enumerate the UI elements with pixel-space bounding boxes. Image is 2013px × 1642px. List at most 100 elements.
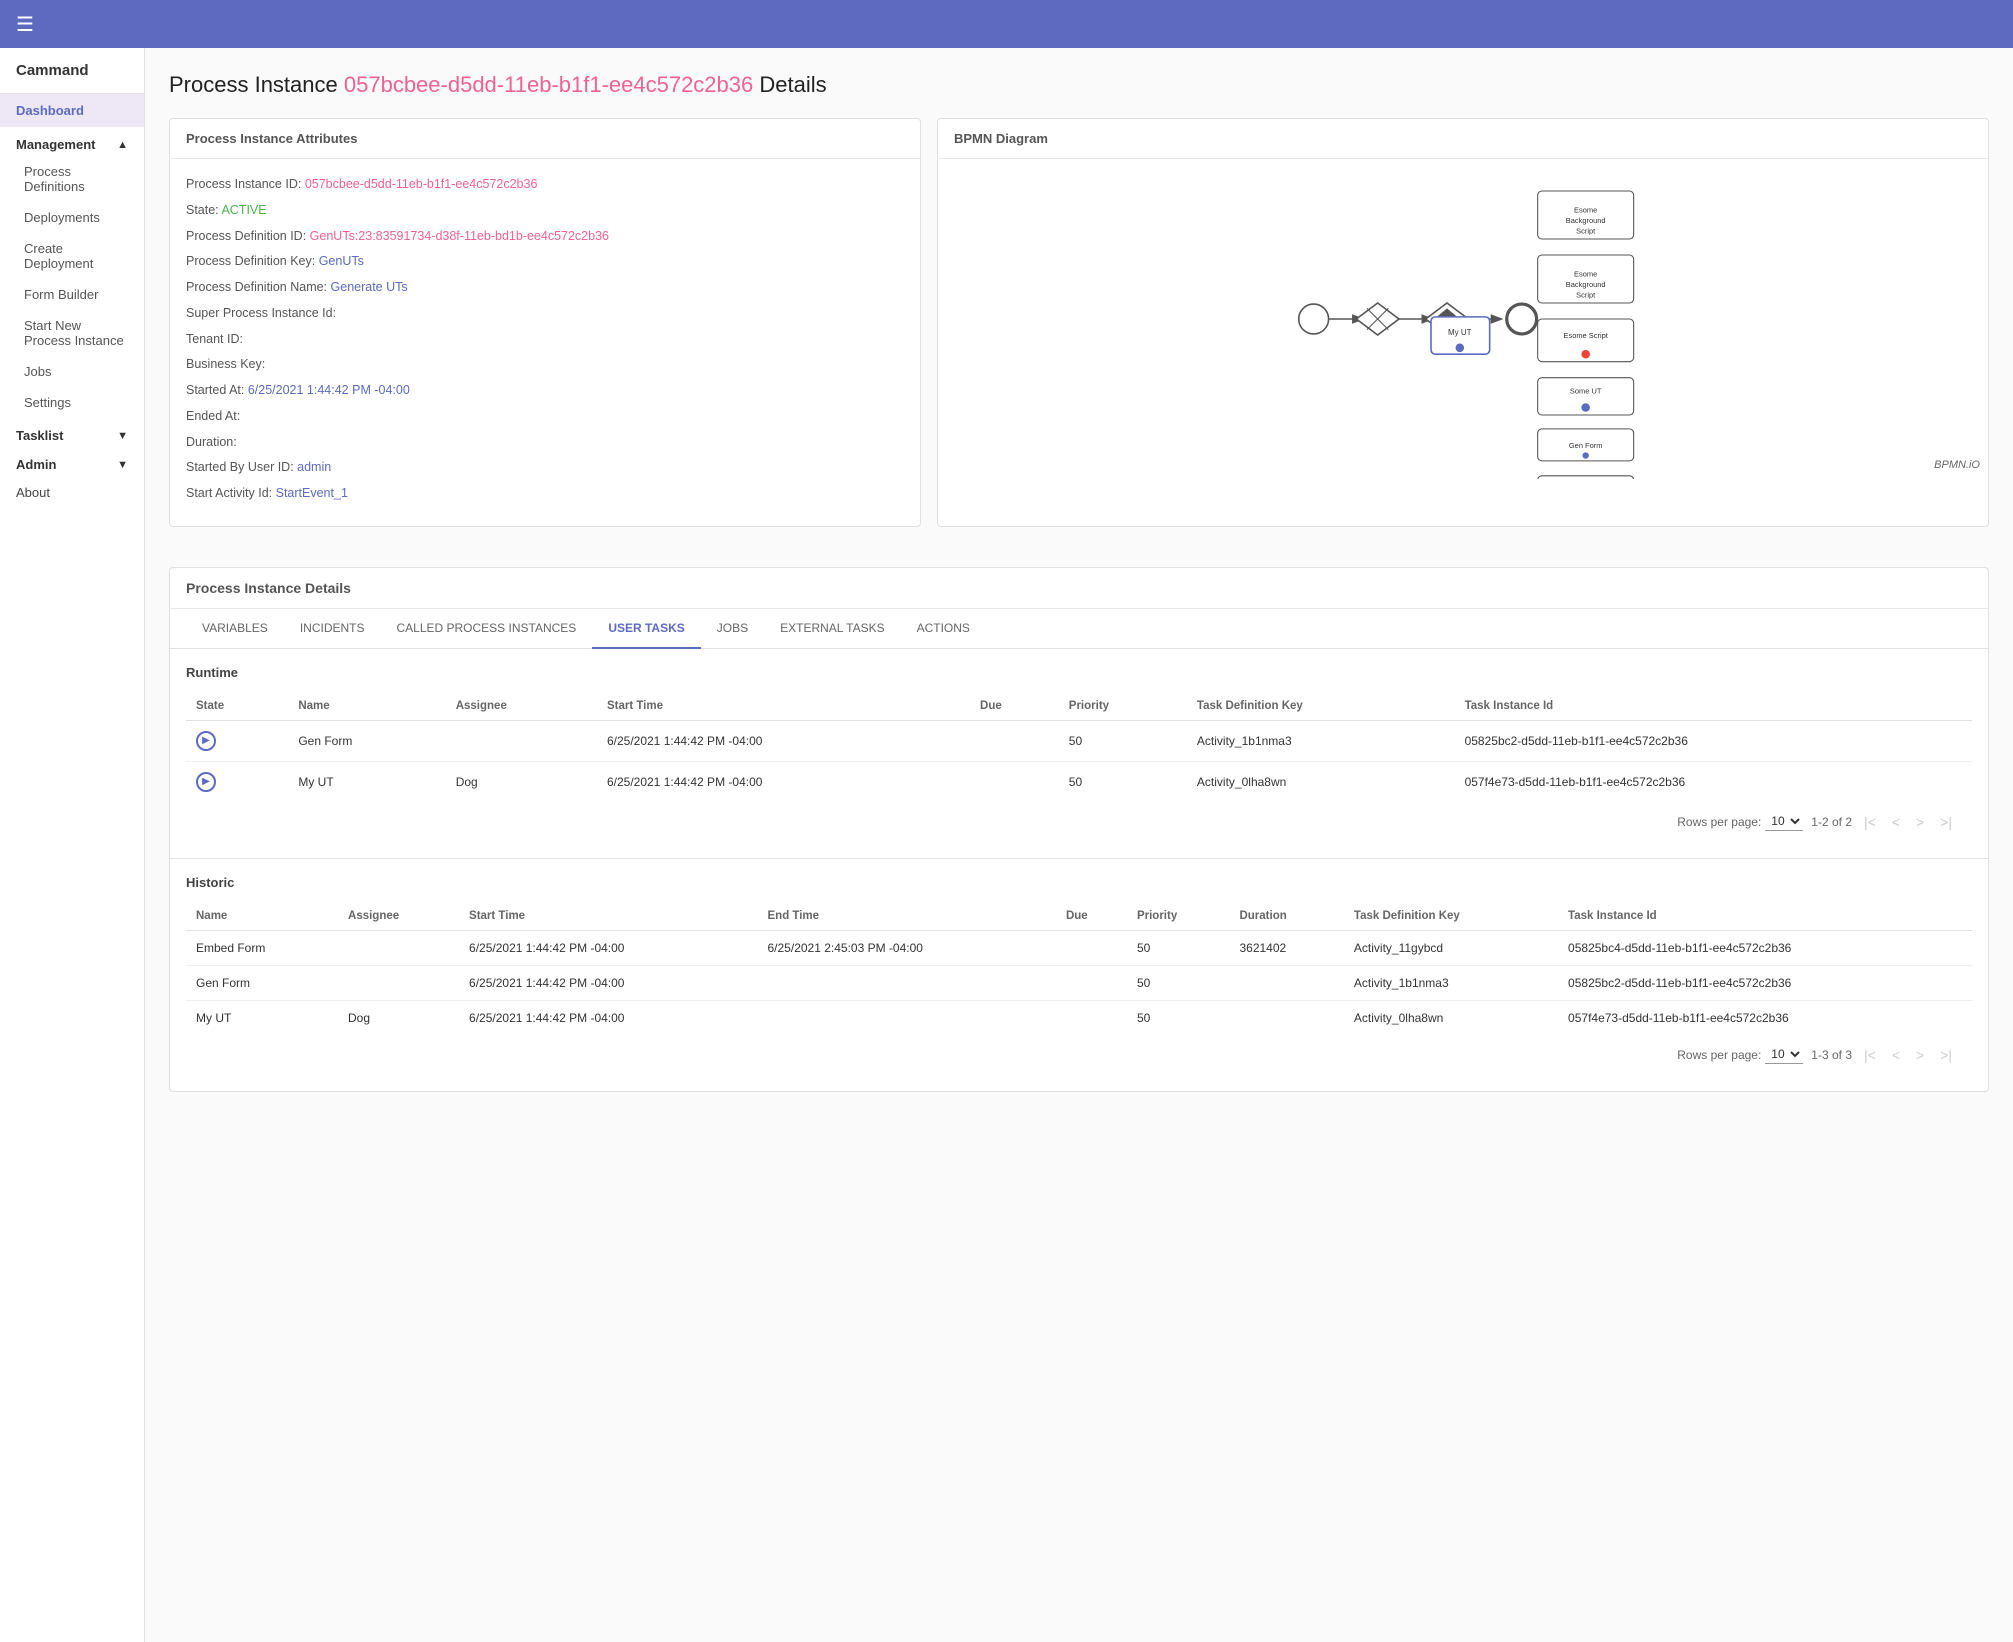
chevron-down-icon: ▼ bbox=[117, 430, 128, 442]
page-title: Process Instance 057bcbee-d5dd-11eb-b1f1… bbox=[169, 72, 1989, 98]
runtime-state-1: ▶ bbox=[186, 720, 288, 761]
rows-per-page-select-historic[interactable]: 10 25 50 bbox=[1765, 1045, 1803, 1064]
tab-variables[interactable]: VARIABLES bbox=[186, 609, 284, 649]
runtime-title: Runtime bbox=[186, 665, 1972, 680]
next-page-btn[interactable]: > bbox=[1912, 812, 1928, 832]
col-state: State bbox=[186, 692, 288, 721]
attr-start-activity: Start Activity Id: StartEvent_1 bbox=[186, 484, 904, 503]
sidebar-item-create-deployment[interactable]: Create Deployment bbox=[0, 233, 144, 279]
diagram-card: BPMN Diagram bbox=[937, 118, 1989, 527]
sidebar-section-admin[interactable]: Admin ▼ bbox=[0, 447, 144, 476]
runtime-pagination: Rows per page: 10 25 50 1-2 of 2 |< < > … bbox=[186, 802, 1972, 842]
h-start-1: 6/25/2021 1:44:42 PM -04:00 bbox=[459, 930, 757, 965]
h-due-3 bbox=[1056, 1000, 1127, 1035]
sidebar-item-about[interactable]: About bbox=[0, 476, 144, 509]
runtime-state-2: ▶ bbox=[186, 761, 288, 802]
h-task-def-1: Activity_11gybcd bbox=[1344, 930, 1558, 965]
sidebar-item-deployments[interactable]: Deployments bbox=[0, 202, 144, 233]
attributes-card: Process Instance Attributes Process Inst… bbox=[169, 118, 921, 527]
h-priority-3: 50 bbox=[1127, 1000, 1230, 1035]
table-row: ▶ My UT Dog 6/25/2021 1:44:42 PM -04:00 … bbox=[186, 761, 1972, 802]
table-row: ▶ Gen Form 6/25/2021 1:44:42 PM -04:00 5… bbox=[186, 720, 1972, 761]
sidebar-section-tasklist-label: Tasklist bbox=[16, 428, 63, 443]
main-content: Process Instance 057bcbee-d5dd-11eb-b1f1… bbox=[145, 48, 2013, 1642]
sidebar-item-start-new-process[interactable]: Start New Process Instance bbox=[0, 310, 144, 356]
h-col-due: Due bbox=[1056, 902, 1127, 931]
svg-text:Esome: Esome bbox=[1574, 269, 1597, 278]
sidebar-section-management[interactable]: Management ▲ bbox=[0, 127, 144, 156]
historic-section: Historic Name Assignee Start Time End Ti… bbox=[170, 875, 1988, 1091]
historic-pagination: Rows per page: 10 25 50 1-3 of 3 |< < > … bbox=[186, 1035, 1972, 1075]
attr-process-instance-id: Process Instance ID: 057bcbee-d5dd-11eb-… bbox=[186, 175, 904, 194]
menu-icon[interactable]: ☰ bbox=[16, 12, 34, 37]
attr-started-by: Started By User ID: admin bbox=[186, 458, 904, 477]
runtime-start-2: 6/25/2021 1:44:42 PM -04:00 bbox=[597, 761, 970, 802]
svg-text:My UT: My UT bbox=[1448, 328, 1472, 337]
diagram-header: BPMN Diagram bbox=[938, 119, 1988, 159]
pagination-info-runtime: 1-2 of 2 bbox=[1811, 815, 1852, 829]
runtime-name-2: My UT bbox=[288, 761, 445, 802]
play-icon-2: ▶ bbox=[196, 772, 216, 792]
svg-text:Esome: Esome bbox=[1574, 205, 1597, 214]
svg-text:Script: Script bbox=[1576, 227, 1596, 236]
runtime-priority-1: 50 bbox=[1059, 720, 1187, 761]
tab-user-tasks[interactable]: USER TASKS bbox=[592, 609, 700, 649]
attributes-body: Process Instance ID: 057bcbee-d5dd-11eb-… bbox=[170, 159, 920, 526]
top-section: Process Instance Attributes Process Inst… bbox=[169, 118, 1989, 547]
first-page-btn[interactable]: |< bbox=[1860, 812, 1880, 832]
sidebar-item-process-definitions[interactable]: Process Definitions bbox=[0, 156, 144, 202]
tabs: VARIABLES INCIDENTS CALLED PROCESS INSTA… bbox=[170, 609, 1988, 649]
h-col-end-time: End Time bbox=[758, 902, 1056, 931]
tab-called-process-instances[interactable]: CALLED PROCESS INSTANCES bbox=[380, 609, 592, 649]
runtime-start-1: 6/25/2021 1:44:42 PM -04:00 bbox=[597, 720, 970, 761]
h-due-2 bbox=[1056, 965, 1127, 1000]
instance-id: 057bcbee-d5dd-11eb-b1f1-ee4c572c2b36 bbox=[344, 72, 753, 97]
col-assignee: Assignee bbox=[446, 692, 597, 721]
tab-incidents[interactable]: INCIDENTS bbox=[284, 609, 381, 649]
runtime-task-def-2: Activity_0lha8wn bbox=[1187, 761, 1455, 802]
topbar: ☰ bbox=[0, 0, 2013, 48]
h-task-id-1: 05825bc4-d5dd-11eb-b1f1-ee4c572c2b36 bbox=[1558, 930, 1972, 965]
sidebar-section-tasklist[interactable]: Tasklist ▼ bbox=[0, 418, 144, 447]
last-page-btn[interactable]: >| bbox=[1936, 812, 1956, 832]
table-row: Gen Form 6/25/2021 1:44:42 PM -04:00 50 … bbox=[186, 965, 1972, 1000]
runtime-table: State Name Assignee Start Time Due Prior… bbox=[186, 692, 1972, 802]
sidebar-brand: Cammand bbox=[0, 48, 144, 94]
h-name-3: My UT bbox=[186, 1000, 338, 1035]
details-header: Process Instance Details bbox=[170, 568, 1988, 609]
tab-external-tasks[interactable]: EXTERNAL TASKS bbox=[764, 609, 900, 649]
prev-page-btn[interactable]: < bbox=[1888, 812, 1904, 832]
sidebar-item-settings[interactable]: Settings bbox=[0, 387, 144, 418]
attr-duration: Duration: bbox=[186, 433, 904, 452]
h-col-task-def-key: Task Definition Key bbox=[1344, 902, 1558, 931]
svg-text:Background: Background bbox=[1566, 280, 1606, 289]
sidebar-item-jobs[interactable]: Jobs bbox=[0, 356, 144, 387]
h-task-def-2: Activity_1b1nma3 bbox=[1344, 965, 1558, 1000]
h-priority-2: 50 bbox=[1127, 965, 1230, 1000]
first-page-btn-h[interactable]: |< bbox=[1860, 1045, 1880, 1065]
bpmn-diagram[interactable]: Esome Background Script Esome Background… bbox=[938, 159, 1988, 479]
sidebar: Cammand Dashboard Management ▲ Process D… bbox=[0, 48, 145, 1642]
table-divider bbox=[170, 858, 1988, 859]
attr-state: State: ACTIVE bbox=[186, 201, 904, 220]
runtime-task-def-1: Activity_1b1nma3 bbox=[1187, 720, 1455, 761]
next-page-btn-h[interactable]: > bbox=[1912, 1045, 1928, 1065]
sidebar-item-dashboard[interactable]: Dashboard bbox=[0, 94, 144, 127]
h-assignee-3: Dog bbox=[338, 1000, 459, 1035]
svg-text:Esome Script: Esome Script bbox=[1564, 331, 1609, 340]
rows-per-page-select-runtime[interactable]: 10 25 50 bbox=[1765, 812, 1803, 831]
h-start-3: 6/25/2021 1:44:42 PM -04:00 bbox=[459, 1000, 757, 1035]
tab-actions[interactable]: ACTIONS bbox=[901, 609, 986, 649]
table-row: Embed Form 6/25/2021 1:44:42 PM -04:00 6… bbox=[186, 930, 1972, 965]
tab-jobs[interactable]: JOBS bbox=[701, 609, 764, 649]
svg-text:Some UT: Some UT bbox=[1570, 387, 1602, 396]
rows-per-page-historic: Rows per page: 10 25 50 bbox=[1677, 1045, 1803, 1064]
runtime-task-id-1: 05825bc2-d5dd-11eb-b1f1-ee4c572c2b36 bbox=[1455, 720, 1972, 761]
runtime-table-header: State Name Assignee Start Time Due Prior… bbox=[186, 692, 1972, 721]
h-name-2: Gen Form bbox=[186, 965, 338, 1000]
sidebar-item-form-builder[interactable]: Form Builder bbox=[0, 279, 144, 310]
runtime-task-id-2: 057f4e73-d5dd-11eb-b1f1-ee4c572c2b36 bbox=[1455, 761, 1972, 802]
rows-per-page-runtime: Rows per page: 10 25 50 bbox=[1677, 812, 1803, 831]
last-page-btn-h[interactable]: >| bbox=[1936, 1045, 1956, 1065]
prev-page-btn-h[interactable]: < bbox=[1888, 1045, 1904, 1065]
